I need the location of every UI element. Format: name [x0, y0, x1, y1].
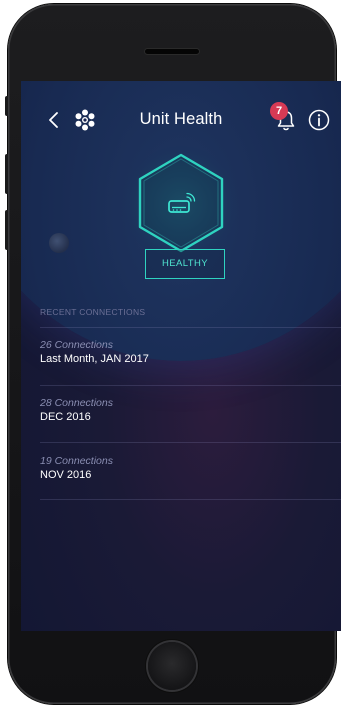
healthy-status-button[interactable]: HEALTHY [145, 249, 225, 279]
page-title: Unit Health [139, 110, 223, 128]
notification-badge: 7 [270, 102, 288, 120]
router-wifi-icon [168, 192, 196, 213]
info-button[interactable] [307, 108, 331, 132]
connection-item-nov-2016[interactable]: 19 Connections NOV 2016 [40, 449, 330, 497]
app-header: Unit Health 7 [21, 102, 341, 135]
info-icon [308, 109, 330, 131]
connection-item-jan-2017[interactable]: 26 Connections Last Month, JAN 2017 [40, 333, 330, 381]
volume-down-button [5, 210, 8, 250]
home-button[interactable] [148, 642, 196, 690]
back-button[interactable] [47, 109, 61, 131]
connection-period: NOV 2016 [40, 469, 92, 481]
phone-frame: Unit Health 7 HEALTHY RECENT CONNECTIONS… [5, 4, 341, 704]
earpiece-speaker [145, 49, 199, 54]
divider [40, 327, 341, 328]
divider [40, 385, 341, 386]
connection-period: DEC 2016 [40, 411, 91, 423]
app-screen: Unit Health 7 HEALTHY RECENT CONNECTIONS… [21, 81, 341, 631]
connection-count: 28 Connections [40, 397, 113, 409]
connection-count: 26 Connections [40, 339, 113, 351]
chevron-left-icon [49, 112, 58, 128]
divider [40, 442, 341, 443]
connection-period: Last Month, JAN 2017 [40, 353, 149, 365]
connection-count: 19 Connections [40, 455, 113, 467]
connection-item-dec-2016[interactable]: 28 Connections DEC 2016 [40, 391, 330, 439]
silent-switch [5, 96, 8, 116]
divider [40, 499, 341, 500]
recent-connections-header: RECENT CONNECTIONS [40, 307, 146, 317]
notifications-button[interactable]: 7 [270, 102, 298, 133]
planet-decoration [49, 233, 69, 253]
volume-up-button [5, 154, 8, 194]
